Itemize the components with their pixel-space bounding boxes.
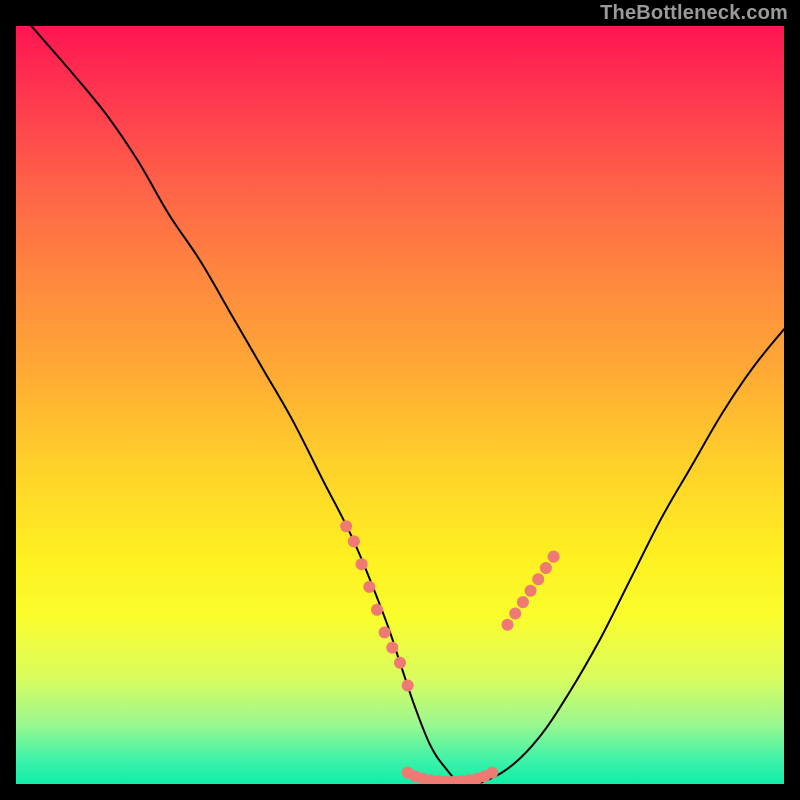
highlight-dot [502,619,514,631]
watermark-label: TheBottleneck.com [600,3,788,23]
highlight-dot [379,626,391,638]
highlight-dot [402,680,414,692]
highlight-dot [517,596,529,608]
highlight-floor-highlight [402,767,499,784]
highlight-right-highlight [502,551,560,631]
highlight-dot [363,581,375,593]
chart-frame: TheBottleneck.com [0,0,800,800]
highlight-dot [486,767,498,779]
highlight-dot [394,657,406,669]
highlight-left-highlight [340,520,414,691]
highlight-dot [532,573,544,585]
highlight-dot [348,535,360,547]
highlight-dot [548,551,560,563]
highlight-dot [371,604,383,616]
highlight-dot [525,585,537,597]
chart-svg [16,26,784,784]
highlight-dot [340,520,352,532]
curve-line [31,26,784,784]
highlight-dot [386,642,398,654]
highlight-dot [509,608,521,620]
highlight-dot [540,562,552,574]
highlight-dot [356,558,368,570]
plot-area [16,26,784,784]
